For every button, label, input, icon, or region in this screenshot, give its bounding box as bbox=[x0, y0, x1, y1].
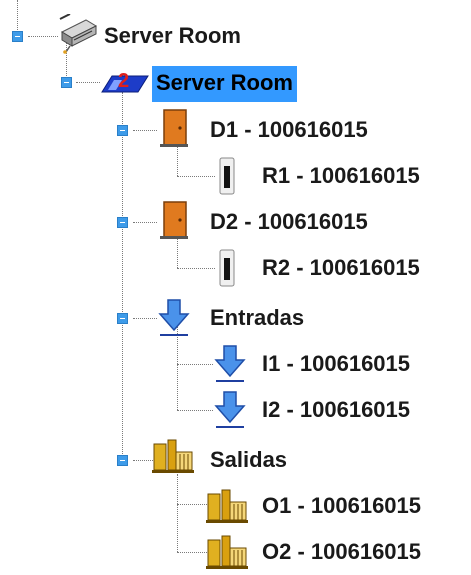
download-arrow-icon bbox=[156, 298, 192, 338]
tree-node-label-output-2[interactable]: O2 - 100616015 bbox=[258, 538, 425, 566]
tree-connector bbox=[177, 410, 213, 411]
tree-connector bbox=[133, 318, 157, 319]
relay-icon bbox=[206, 488, 248, 524]
download-arrow-icon bbox=[212, 390, 248, 430]
site-badge-number: 2 bbox=[118, 70, 130, 92]
tree-node-label-site[interactable]: Server Room bbox=[152, 66, 297, 102]
tree-connector bbox=[28, 36, 58, 37]
tree-node-label-reader-1[interactable]: R1 - 100616015 bbox=[258, 162, 424, 190]
collapse-toggle-door-2[interactable] bbox=[117, 217, 128, 228]
site-badge-icon: 2 bbox=[100, 70, 150, 94]
collapse-toggle-root[interactable] bbox=[12, 31, 23, 42]
tree-node-label-outputs[interactable]: Salidas bbox=[206, 446, 291, 474]
collapse-toggle-door-1[interactable] bbox=[117, 125, 128, 136]
tree-connector bbox=[177, 268, 215, 269]
collapse-toggle-site[interactable] bbox=[61, 77, 72, 88]
door-icon bbox=[158, 108, 190, 148]
tree-node-label-root[interactable]: Server Room bbox=[100, 22, 245, 50]
tree-view: Server Room 2 Server Room D1 - 100616015… bbox=[0, 0, 471, 569]
collapse-toggle-outputs[interactable] bbox=[117, 455, 128, 466]
card-reader-icon bbox=[216, 156, 238, 196]
relay-icon bbox=[152, 438, 194, 474]
tree-guide-line bbox=[177, 474, 178, 552]
door-icon bbox=[158, 200, 190, 240]
collapse-toggle-inputs[interactable] bbox=[117, 313, 128, 324]
server-icon bbox=[56, 13, 100, 54]
tree-connector bbox=[177, 552, 207, 553]
tree-node-label-output-1[interactable]: O1 - 100616015 bbox=[258, 492, 425, 520]
card-reader-icon bbox=[216, 248, 238, 288]
tree-node-label-input-2[interactable]: I2 - 100616015 bbox=[258, 396, 414, 424]
tree-node-label-door-2[interactable]: D2 - 100616015 bbox=[206, 208, 372, 236]
download-arrow-icon bbox=[212, 344, 248, 384]
tree-node-label-inputs[interactable]: Entradas bbox=[206, 304, 308, 332]
tree-node-label-input-1[interactable]: I1 - 100616015 bbox=[258, 350, 414, 378]
tree-connector bbox=[177, 364, 213, 365]
relay-icon bbox=[206, 534, 248, 570]
tree-connector bbox=[133, 222, 157, 223]
tree-guide-line bbox=[122, 92, 123, 460]
tree-connector bbox=[133, 130, 157, 131]
tree-connector bbox=[76, 82, 100, 83]
tree-connector bbox=[177, 504, 207, 505]
tree-guide-line bbox=[177, 326, 178, 410]
tree-node-label-reader-2[interactable]: R2 - 100616015 bbox=[258, 254, 424, 282]
tree-node-label-door-1[interactable]: D1 - 100616015 bbox=[206, 116, 372, 144]
tree-connector bbox=[177, 176, 215, 177]
